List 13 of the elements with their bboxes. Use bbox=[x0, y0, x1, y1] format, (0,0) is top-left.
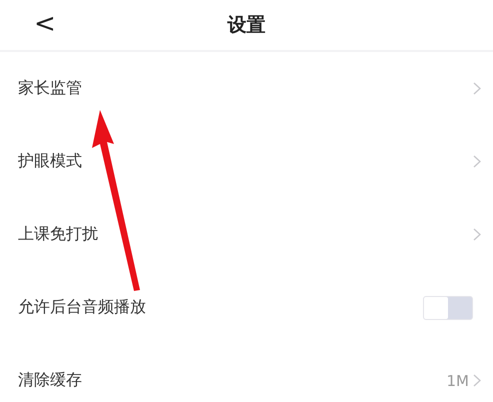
setting-label: 允许后台音频播放 bbox=[18, 297, 146, 318]
setting-label: 上课免打扰 bbox=[18, 224, 98, 245]
setting-label: 清除缓存 bbox=[18, 370, 82, 391]
toggle-switch[interactable] bbox=[423, 296, 473, 320]
cache-size: 1M bbox=[446, 372, 469, 390]
setting-label: 家长监管 bbox=[18, 78, 82, 99]
chevron-icon bbox=[473, 155, 481, 168]
setting-label: 护眼模式 bbox=[18, 151, 82, 172]
back-button[interactable]: < bbox=[28, 8, 62, 40]
page-title: 设置 bbox=[228, 13, 266, 38]
chevron-icon bbox=[473, 374, 481, 387]
chevron-icon bbox=[473, 228, 481, 241]
chevron-icon bbox=[473, 82, 481, 95]
